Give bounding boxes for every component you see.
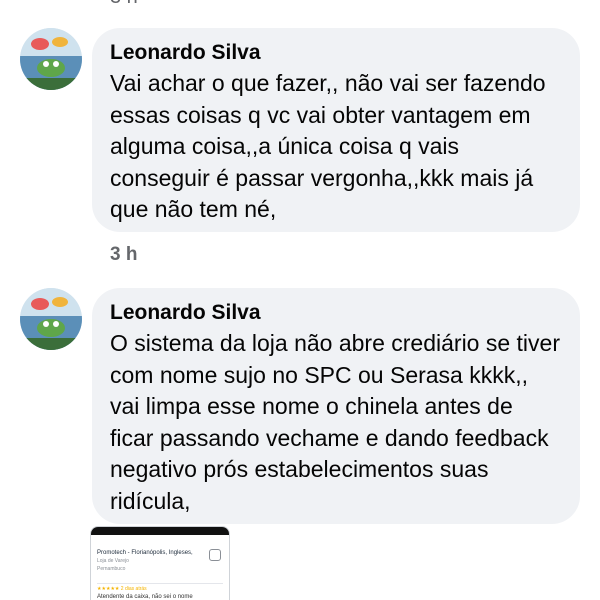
comment-bubble: Leonardo Silva Vai achar o que fazer,, n… bbox=[92, 28, 580, 232]
comment-text: O sistema da loja não abre crediário se … bbox=[110, 330, 560, 514]
comment-author[interactable]: Leonardo Silva bbox=[110, 40, 562, 66]
avatar-image bbox=[20, 288, 82, 350]
rating-stars: ★★★★★ 2 dias atrás bbox=[97, 586, 147, 592]
share-icon bbox=[209, 549, 221, 561]
attachment-location: Pernambuco bbox=[97, 566, 126, 572]
previous-timestamp: 3 h bbox=[110, 0, 138, 9]
comment-timestamp[interactable]: 3 h bbox=[110, 244, 137, 266]
comment-bubble: Leonardo Silva O sistema da loja não abr… bbox=[92, 288, 580, 524]
comment-author[interactable]: Leonardo Silva bbox=[110, 300, 562, 326]
comments-page: 3 h Leonardo Silva Vai achar o que fazer… bbox=[0, 0, 600, 600]
attached-image[interactable]: Promotech - Florianópolis, Ingleses, Loj… bbox=[90, 526, 230, 600]
review-snippet: Atendente da caixa, não sei o nome bbox=[97, 594, 193, 600]
status-bar bbox=[91, 527, 229, 535]
avatar[interactable] bbox=[20, 288, 82, 350]
avatar[interactable] bbox=[20, 28, 82, 90]
comment-text: Vai achar o que fazer,, não vai ser faze… bbox=[110, 70, 546, 222]
avatar-image bbox=[20, 28, 82, 90]
